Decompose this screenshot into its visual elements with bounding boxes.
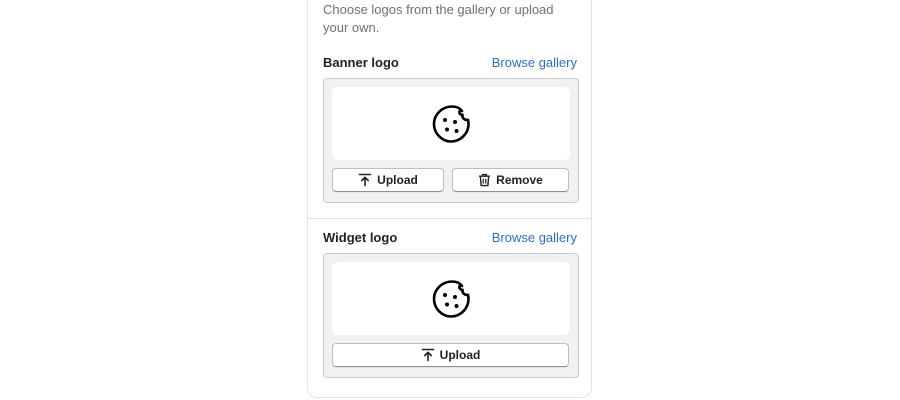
banner-remove-label: Remove <box>496 173 543 187</box>
banner-upload-button[interactable]: Upload <box>332 168 444 192</box>
trash-icon <box>479 173 491 187</box>
widget-upload-label: Upload <box>439 348 481 362</box>
banner-logo-title: Banner logo <box>323 54 399 70</box>
section-divider <box>308 218 591 219</box>
cookie-icon <box>432 279 470 318</box>
banner-logo-box: Upload Remove <box>323 78 579 203</box>
widget-logo-header: Widget logo Browse gallery <box>323 228 577 246</box>
banner-remove-button[interactable]: Remove <box>452 168 569 192</box>
panel-description: Choose logos from the gallery or upload … <box>323 2 554 35</box>
upload-icon <box>358 173 372 187</box>
widget-logo-box: Upload <box>323 253 579 378</box>
banner-browse-gallery-link[interactable]: Browse gallery <box>492 55 577 70</box>
widget-logo-title: Widget logo <box>323 229 398 245</box>
banner-upload-label: Upload <box>377 173 418 187</box>
widget-logo-preview <box>332 262 570 335</box>
banner-logo-header: Banner logo Browse gallery <box>323 53 577 71</box>
logo-settings-panel: Choose logos from the gallery or upload … <box>307 0 592 398</box>
cookie-icon <box>432 104 470 143</box>
widget-upload-button[interactable]: Upload <box>332 343 569 367</box>
upload-icon <box>421 348 434 362</box>
banner-logo-preview <box>332 87 570 160</box>
widget-browse-gallery-link[interactable]: Browse gallery <box>492 230 577 245</box>
